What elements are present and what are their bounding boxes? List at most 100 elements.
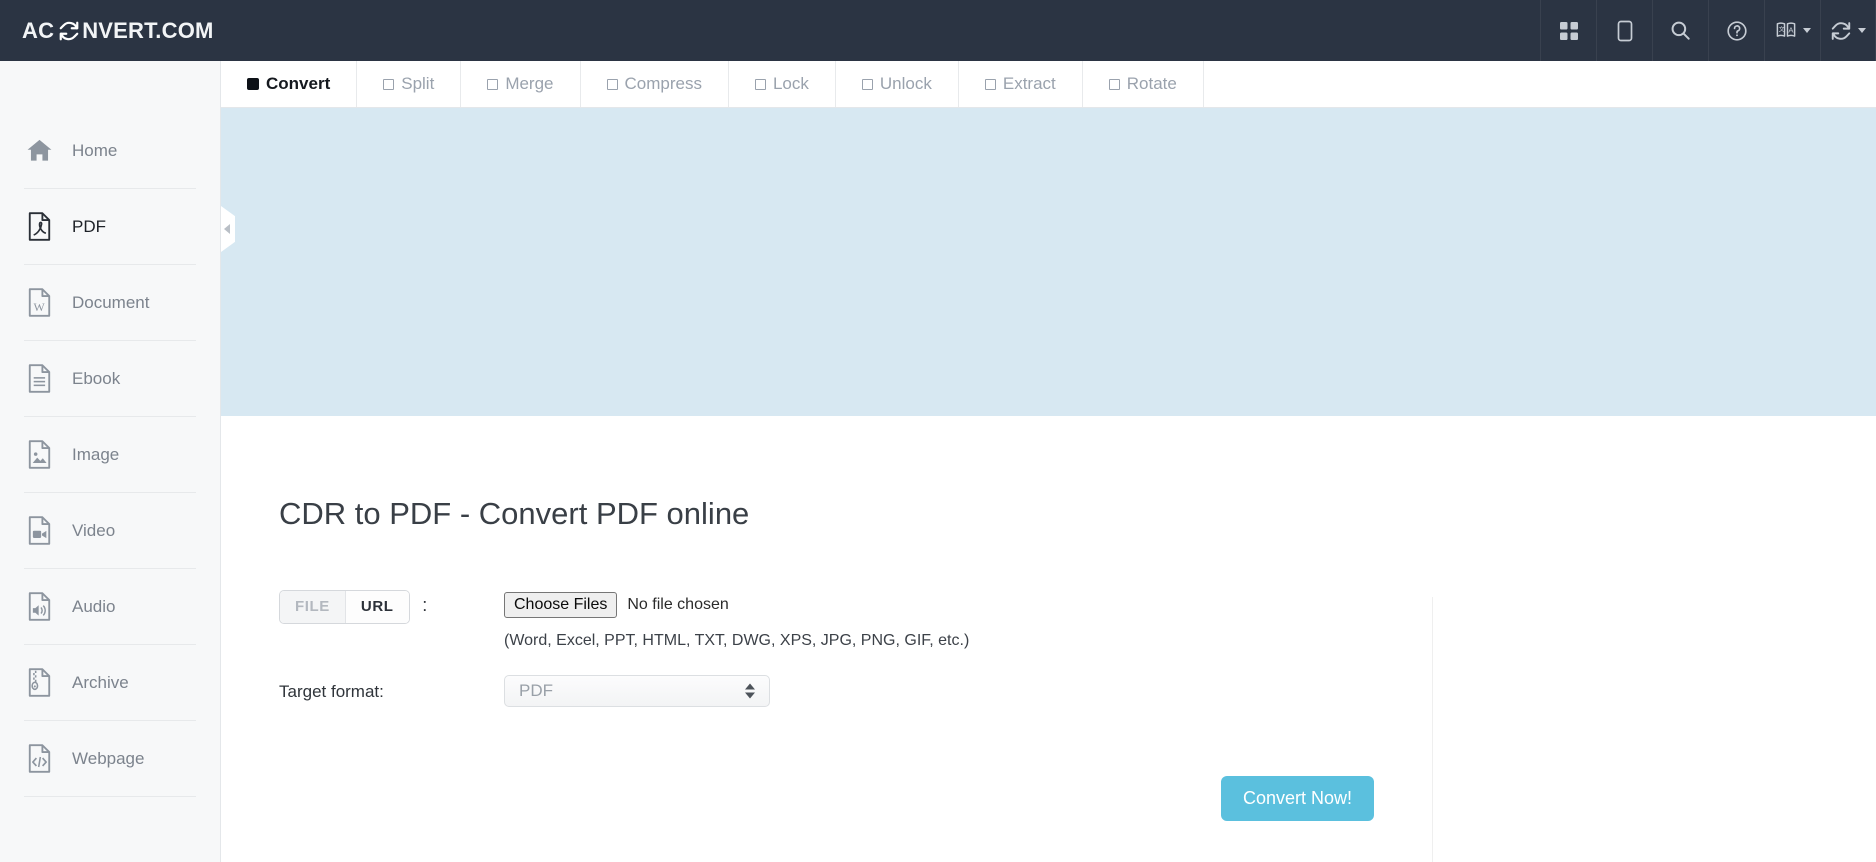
sidebar-item-label: Webpage (72, 748, 145, 768)
sidebar-item-label: PDF (72, 216, 106, 236)
source-input-row: FILE URL : Choose Files No file chosen (… (279, 588, 969, 650)
source-row-label: FILE URL : (279, 588, 449, 624)
file-segment-button[interactable]: FILE (280, 591, 345, 623)
sidebar-item-home[interactable]: Home (24, 113, 196, 189)
help-button[interactable] (1708, 0, 1764, 61)
target-format-value: PDF (519, 681, 553, 700)
logo-text-prefix: AC (22, 17, 55, 43)
sidebar-item-ebook[interactable]: Ebook (24, 341, 196, 417)
choose-files-button[interactable]: Choose Files (504, 592, 618, 618)
apps-grid-button[interactable] (1540, 0, 1596, 61)
search-button[interactable] (1652, 0, 1708, 61)
tab-marker-icon (984, 78, 996, 90)
search-icon (1670, 20, 1691, 41)
tab-label: Compress (624, 74, 702, 93)
pdf-file-icon (24, 212, 54, 242)
language-translate-icon: A 文 (1775, 20, 1797, 42)
logo-text-suffix: NVERT.COM (82, 17, 214, 43)
tab-convert[interactable]: Convert (221, 61, 358, 107)
tab-compress[interactable]: Compress (581, 61, 729, 107)
sidebar-item-webpage[interactable]: Webpage (24, 721, 196, 797)
language-button[interactable]: A 文 (1764, 0, 1820, 61)
svg-text:文: 文 (1778, 25, 1784, 33)
refresh-convert-icon (57, 19, 81, 43)
sidebar-item-label: Document (72, 292, 150, 312)
sidebar-item-label: Home (72, 140, 118, 160)
audio-file-icon (24, 592, 54, 622)
target-format-row: Target format: PDF (279, 675, 770, 709)
home-icon (24, 136, 54, 166)
svg-text:W: W (33, 300, 45, 314)
apps-grid-icon (1559, 21, 1579, 41)
site-logo[interactable]: AC NVERT.COM (0, 0, 214, 61)
tab-label: Merge (505, 74, 554, 93)
sidebar-item-pdf[interactable]: PDF (24, 189, 196, 265)
tabbar-filler (1204, 61, 1876, 107)
mobile-device-icon (1615, 20, 1635, 42)
tab-unlock[interactable]: Unlock (836, 61, 959, 107)
archive-zip-icon (24, 668, 54, 698)
chevron-left-icon (224, 224, 230, 234)
top-header-bar: AC NVERT.COM A 文 (0, 0, 1876, 61)
word-document-icon: W (24, 288, 54, 318)
tab-label: Split (401, 74, 435, 93)
sidebar-item-label: Image (72, 444, 120, 464)
sidebar-item-label: Archive (72, 672, 129, 692)
tab-marker-icon (606, 78, 618, 90)
mobile-device-button[interactable] (1596, 0, 1652, 61)
sidebar-item-label: Ebook (72, 368, 121, 388)
target-format-label: Target format: (279, 682, 384, 701)
tab-label: Lock (772, 74, 809, 93)
url-segment-button[interactable]: URL (344, 591, 409, 623)
convert-now-button[interactable]: Convert Now! (1221, 776, 1375, 821)
sidebar-item-label: Audio (72, 596, 116, 616)
convert-menu-button[interactable] (1820, 0, 1876, 61)
file-url-toggle[interactable]: FILE URL (279, 590, 410, 624)
advertisement-banner-area (221, 108, 1876, 416)
tab-marker-icon (247, 78, 259, 90)
tab-extract[interactable]: Extract (959, 61, 1083, 107)
sidebar-item-document[interactable]: W Document (24, 265, 196, 341)
left-sidebar-nav: Home PDF W Document Ebook Image Video Au… (0, 61, 221, 862)
sidebar-item-image[interactable]: Image (24, 417, 196, 493)
sidebar-item-audio[interactable]: Audio (24, 569, 196, 645)
tab-label: Convert (266, 74, 331, 93)
header-spacer (214, 0, 1540, 61)
tab-marker-icon (754, 78, 766, 90)
tab-marker-icon (383, 78, 395, 90)
supported-formats-hint: (Word, Excel, PPT, HTML, TXT, DWG, XPS, … (504, 632, 970, 649)
tab-marker-icon (487, 78, 499, 90)
ebook-file-icon (24, 364, 54, 394)
image-file-icon (24, 440, 54, 470)
header-icon-group: A 文 (1540, 0, 1876, 61)
convert-refresh-icon (1830, 20, 1852, 42)
svg-text:A: A (1788, 25, 1794, 34)
chevron-down-icon (1802, 28, 1811, 33)
target-format-select[interactable]: PDF (504, 675, 770, 707)
tab-marker-icon (1108, 78, 1120, 90)
sidebar-item-label: Video (72, 520, 116, 540)
tab-label: Unlock (879, 74, 932, 93)
page-title: CDR to PDF - Convert PDF online (279, 496, 750, 531)
tab-label: Rotate (1126, 74, 1177, 93)
sidebar-item-archive[interactable]: Archive (24, 645, 196, 721)
sidebar-item-video[interactable]: Video (24, 493, 196, 569)
file-input-line: Choose Files No file chosen (504, 588, 969, 622)
pdf-tool-tabbar: Convert Split Merge Compress Lock Unlock… (221, 61, 1876, 108)
tab-merge[interactable]: Merge (461, 61, 581, 107)
tab-marker-icon (861, 78, 873, 90)
file-chooser-column: Choose Files No file chosen (Word, Excel… (504, 588, 969, 650)
chevron-down-icon (1858, 28, 1866, 33)
video-file-icon (24, 516, 54, 546)
form-column-divider (1432, 597, 1433, 862)
main-content-area: CDR to PDF - Convert PDF online FILE URL… (221, 416, 1876, 862)
no-file-chosen-label: No file chosen (627, 596, 729, 613)
help-question-icon (1726, 20, 1748, 42)
tab-rotate[interactable]: Rotate (1083, 61, 1204, 107)
tab-split[interactable]: Split (357, 61, 462, 107)
webpage-code-icon (24, 744, 54, 774)
tab-lock[interactable]: Lock (729, 61, 836, 107)
source-row-colon: : (422, 595, 428, 615)
tab-label: Extract (1002, 74, 1056, 93)
select-stepper-icon (745, 683, 755, 699)
